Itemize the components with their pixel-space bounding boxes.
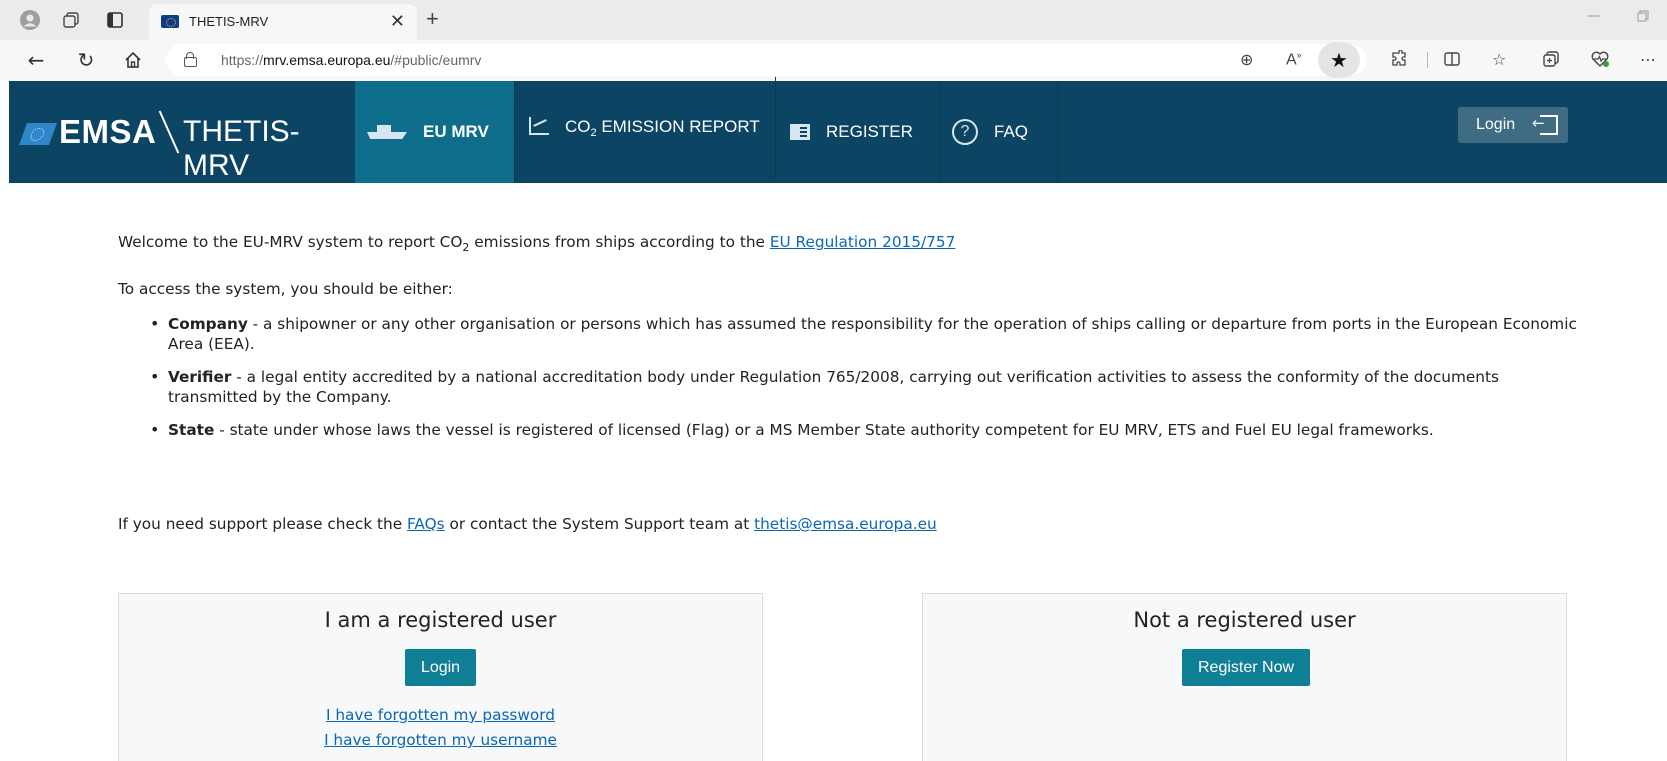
- register-book-icon: [790, 124, 810, 140]
- split-screen-icon[interactable]: [1443, 50, 1461, 72]
- register-now-button[interactable]: Register Now: [1182, 649, 1310, 686]
- more-options-icon[interactable]: ⋯: [1640, 50, 1656, 69]
- collections-toolbar-icon[interactable]: [1542, 50, 1560, 72]
- role-name: State: [168, 421, 215, 439]
- tab-actions-icon[interactable]: [103, 8, 127, 32]
- forgot-password-link[interactable]: I have forgotten my password: [119, 706, 762, 724]
- nav-faq[interactable]: ? FAQ: [940, 81, 1058, 183]
- zoom-icon[interactable]: ⊕: [1240, 50, 1253, 69]
- list-item: Verifier - a legal entity accredited by …: [150, 367, 1588, 407]
- logo-app-name: THETIS-MRV: [183, 115, 300, 182]
- read-aloud-icon[interactable]: A»: [1286, 50, 1302, 69]
- emsa-logo-mark-icon: [18, 123, 58, 145]
- tab-title: THETIS-MRV: [189, 14, 269, 29]
- nav-register[interactable]: REGISTER: [776, 81, 940, 183]
- nav-co2-label: CO2 EMISSION REPORT: [565, 117, 760, 139]
- refresh-icon[interactable]: ↻: [72, 46, 100, 74]
- login-button[interactable]: Login: [405, 649, 476, 686]
- role-name: Company: [168, 315, 248, 333]
- nav-eu-mrv[interactable]: EU MRV: [355, 81, 515, 183]
- unregistered-user-card: Not a registered user Register Now: [922, 593, 1567, 761]
- role-description: - state under whose laws the vessel is r…: [214, 421, 1434, 439]
- role-description: - a shipowner or any other organisation …: [168, 315, 1577, 353]
- regulation-link[interactable]: EU Regulation 2015/757: [770, 233, 956, 251]
- browser-toolbar: ← ↻ https://mrv.emsa.europa.eu/#public/e…: [0, 40, 1667, 80]
- welcome-text: Welcome to the EU-MRV system to report C…: [118, 233, 956, 254]
- header-login-label: Login: [1476, 116, 1516, 133]
- roles-list: Company - a shipowner or any other organ…: [150, 314, 1588, 453]
- support-email-link[interactable]: thetis@emsa.europa.eu: [754, 515, 937, 533]
- url-text[interactable]: https://mrv.emsa.europa.eu/#public/eumrv: [221, 52, 481, 68]
- chart-icon: [529, 117, 549, 135]
- browser-tab[interactable]: THETIS-MRV ✕: [149, 4, 417, 40]
- faqs-link[interactable]: FAQs: [407, 515, 445, 533]
- browser-tabbar: THETIS-MRV ✕ + —: [0, 0, 1667, 40]
- restore-icon[interactable]: [1637, 10, 1649, 26]
- browser-essentials-icon[interactable]: [1590, 50, 1610, 72]
- registered-user-card: I am a registered user Login I have forg…: [118, 593, 763, 761]
- new-tab-icon[interactable]: +: [426, 6, 439, 32]
- emsa-logo[interactable]: EMSA THETIS-MRV: [18, 103, 333, 182]
- unregistered-card-title: Not a registered user: [1133, 608, 1356, 632]
- favorite-star-icon[interactable]: ★: [1318, 42, 1360, 78]
- home-icon[interactable]: [119, 46, 147, 74]
- ship-icon: [367, 125, 407, 139]
- profile-icon[interactable]: [18, 8, 42, 32]
- nav-faq-label: FAQ: [994, 122, 1029, 141]
- role-name: Verifier: [168, 368, 232, 386]
- app-header: EMSA THETIS-MRV EU MRV CO2 EMISSION REPO…: [9, 77, 1667, 183]
- logo-divider: [158, 110, 180, 154]
- close-icon[interactable]: ✕: [390, 11, 405, 32]
- nav-eu-mrv-label: EU MRV: [423, 122, 489, 141]
- registered-card-title: I am a registered user: [324, 608, 557, 632]
- lock-icon[interactable]: [184, 52, 197, 67]
- help-circle-icon: ?: [952, 119, 978, 145]
- role-description: - a legal entity accredited by a nationa…: [168, 368, 1499, 406]
- access-intro-text: To access the system, you should be eith…: [118, 280, 453, 298]
- favorites-icon[interactable]: ☆: [1492, 50, 1506, 69]
- collections-icon[interactable]: [59, 8, 83, 32]
- address-bar[interactable]: https://mrv.emsa.europa.eu/#public/eumrv: [166, 44, 1366, 76]
- header-login-button[interactable]: Login: [1458, 107, 1568, 143]
- toolbar-divider: [1427, 52, 1428, 68]
- back-icon[interactable]: ←: [22, 46, 50, 74]
- nav-co2-emission-report[interactable]: CO2 EMISSION REPORT: [515, 77, 776, 179]
- forgot-username-link[interactable]: I have forgotten my username: [119, 731, 762, 749]
- nav-register-label: REGISTER: [826, 122, 913, 141]
- logo-emsa-text: EMSA: [59, 113, 157, 150]
- list-item: State - state under whose laws the vesse…: [150, 420, 1588, 440]
- eu-flag-icon: [161, 15, 179, 28]
- support-text: If you need support please check the FAQ…: [118, 515, 937, 533]
- list-item: Company - a shipowner or any other organ…: [150, 314, 1588, 354]
- extensions-icon[interactable]: [1390, 49, 1408, 72]
- minimize-icon[interactable]: —: [1587, 8, 1601, 24]
- login-arrow-icon: [1532, 114, 1558, 135]
